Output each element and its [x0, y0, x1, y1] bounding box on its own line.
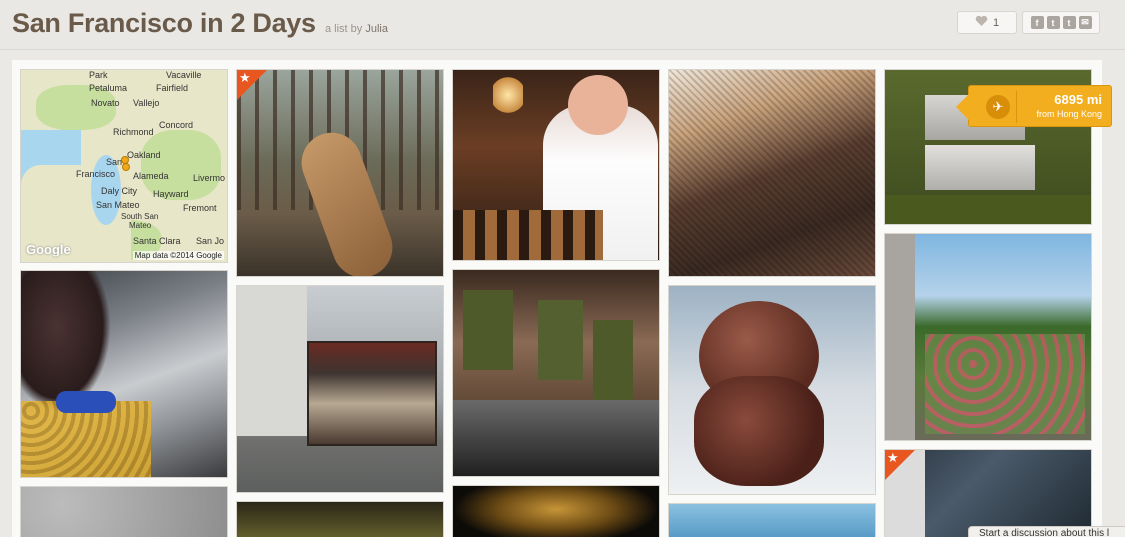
map-label: Petaluma — [89, 83, 128, 93]
distance-value: 6895 mi — [1054, 92, 1102, 107]
heart-icon — [975, 15, 988, 30]
map-label: Vallejo — [133, 98, 160, 108]
map-label: San — [106, 157, 123, 167]
map-label: Novato — [91, 98, 120, 108]
photo-card-bakery[interactable] — [20, 270, 228, 478]
google-logo: Google — [26, 242, 71, 257]
photo-card-mesh[interactable] — [668, 69, 876, 277]
map-label: Santa Clara — [133, 236, 181, 246]
photo-card-forest-path[interactable]: ★ — [236, 69, 444, 277]
star-icon: ★ — [239, 70, 251, 85]
airplane-icon: ✈ — [986, 95, 1010, 119]
map-label: Concord — [159, 120, 194, 130]
map-label: Mateo — [129, 221, 152, 230]
page-title: San Francisco in 2 Days — [12, 8, 316, 38]
share-buttons: f t t ✉ — [1022, 11, 1100, 34]
list-header: San Francisco in 2 Days a list by Julia … — [0, 0, 1125, 50]
byline: a list by Julia — [325, 23, 388, 35]
map-attribution: Map data ©2014 Google — [132, 251, 224, 260]
author-link[interactable]: Julia — [365, 23, 388, 35]
map-label: Livermo — [193, 173, 226, 183]
map-label: Fairfield — [156, 83, 189, 93]
photo-card-lombard-street[interactable] — [884, 233, 1092, 441]
map-label: Hayward — [153, 189, 189, 199]
map-label: Park — [89, 70, 108, 80]
photo-card-bridge[interactable] — [668, 503, 876, 537]
tumblr-icon[interactable]: t — [1062, 16, 1076, 29]
distance-badge[interactable]: ✈ 6895 mi from Hong Kong — [956, 85, 1112, 127]
photo-card-cable-car[interactable] — [236, 285, 444, 493]
map-label: Fremont — [183, 203, 217, 213]
featured-badge: ★ — [885, 450, 915, 480]
photo-card-bartender[interactable] — [452, 69, 660, 261]
featured-badge: ★ — [237, 70, 267, 100]
map-label: Oakland — [127, 150, 161, 160]
photo-card-restaurant[interactable] — [452, 269, 660, 477]
star-icon: ★ — [887, 450, 899, 465]
distance-origin: from Hong Kong — [1036, 109, 1102, 119]
map-label: Francisco — [76, 169, 116, 179]
divider — [1016, 91, 1017, 123]
twitter-icon[interactable]: t — [1046, 16, 1060, 29]
facebook-icon[interactable]: f — [1030, 16, 1044, 29]
map-label: San Mateo — [96, 200, 140, 210]
photo-card-gravel[interactable] — [20, 486, 228, 537]
photo-card-dark[interactable] — [236, 501, 444, 537]
like-count: 1 — [992, 16, 1000, 29]
map-label: Alameda — [133, 171, 169, 181]
byline-prefix: a list by — [325, 23, 363, 35]
photo-card-building[interactable]: ★ — [884, 449, 1092, 537]
photo-card-palace[interactable] — [452, 485, 660, 537]
map-label: Daly City — [101, 186, 138, 196]
email-icon[interactable]: ✉ — [1078, 16, 1092, 29]
photo-card-ice-cream[interactable] — [668, 285, 876, 495]
map-label: Richmond — [113, 127, 154, 137]
map-card[interactable]: Park Vacaville Petaluma Fairfield Novato… — [20, 69, 228, 263]
like-button[interactable]: 1 — [957, 11, 1017, 34]
map-label: San Jo — [196, 236, 225, 246]
map-label: South San — [121, 212, 159, 221]
map-label: Vacaville — [166, 70, 202, 80]
map-pin-icon[interactable] — [122, 163, 130, 171]
start-discussion-tab[interactable]: Start a discussion about this l — [968, 526, 1125, 537]
